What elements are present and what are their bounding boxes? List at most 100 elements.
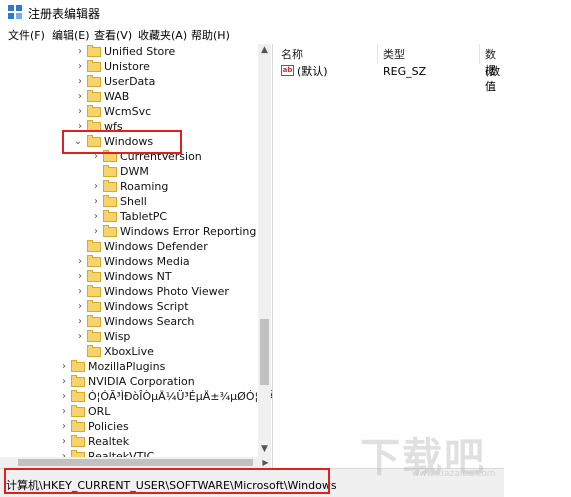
folder-icon (71, 405, 85, 417)
tree-item-xboxlive[interactable]: XboxLive (0, 344, 260, 359)
tree-item-nvidia-corporation[interactable]: › NVIDIA Corporation (0, 374, 260, 389)
tree-item-orl[interactable]: › ORL (0, 404, 260, 419)
value-data: (数值 (485, 65, 501, 93)
folder-icon (87, 270, 101, 282)
tree-item-label: Windows Search (104, 315, 195, 328)
menu-help[interactable]: 帮助(H) (191, 27, 230, 43)
tree-item-label: Roaming (120, 180, 169, 193)
tree-item-windows-defender[interactable]: Windows Defender (0, 239, 260, 254)
chevron-right-icon[interactable]: › (59, 359, 69, 374)
folder-icon (71, 390, 85, 402)
folder-icon (71, 435, 85, 447)
tree-item-unistore[interactable]: › Unistore (0, 59, 260, 74)
regedit-window: 注册表编辑器 文件(F) 编辑(E) 查看(V) 收藏夹(A) 帮助(H) › … (0, 0, 504, 497)
menu-edit[interactable]: 编辑(E) (52, 27, 90, 43)
tree-item-userdata[interactable]: › UserData (0, 74, 260, 89)
chevron-right-icon[interactable]: › (75, 299, 85, 314)
chevron-right-icon[interactable]: › (75, 89, 85, 104)
value-name: (默认) (297, 65, 328, 78)
column-header-name[interactable]: 名称 (281, 46, 303, 61)
folder-icon (87, 330, 101, 342)
scrollbar-thumb[interactable] (18, 459, 253, 466)
tree-item-wisp[interactable]: › Wisp (0, 329, 260, 344)
chevron-right-icon[interactable]: › (59, 374, 69, 389)
string-value-icon: ab (281, 65, 294, 76)
chevron-right-icon[interactable]: › (91, 224, 101, 239)
values-list: 名称 类型 数据 ab (默认) REG_SZ (数值 (273, 44, 504, 468)
tree-item-dwm[interactable]: DWM (0, 164, 260, 179)
tree-item-label: Windows Error Reporting (120, 225, 257, 238)
chevron-right-icon[interactable]: › (75, 104, 85, 119)
folder-icon (87, 255, 101, 267)
tree-item-garbled[interactable]: › Ó¦ÓÃ³ÌÐòÎÒµÄ¼Ü³ÉµÄ±¾µØÓ¦ÓÃ³ (0, 389, 272, 404)
chevron-right-icon[interactable]: › (75, 269, 85, 284)
scroll-down-arrow-icon[interactable]: ▼ (258, 443, 271, 455)
column-divider[interactable] (377, 44, 378, 64)
tree-item-label: TabletPC (120, 210, 168, 223)
chevron-right-icon[interactable]: › (75, 314, 85, 329)
tree-item-label: UserData (104, 75, 156, 88)
tree-item-label: Wisp (104, 330, 131, 343)
folder-icon (103, 195, 117, 207)
tree-item-realtek[interactable]: › Realtek (0, 434, 260, 449)
chevron-right-icon[interactable]: › (75, 74, 85, 89)
chevron-right-icon[interactable]: › (59, 404, 69, 419)
chevron-right-icon[interactable]: › (91, 179, 101, 194)
tree-item-label: Ó¦ÓÃ³ÌÐòÎÒµÄ¼Ü³ÉµÄ±¾µØÓ¦ÓÃ³ (88, 390, 273, 403)
tree-item-windows-search[interactable]: › Windows Search (0, 314, 260, 329)
chevron-right-icon[interactable]: › (75, 254, 85, 269)
tree-item-mozillaplugins[interactable]: › MozillaPlugins (0, 359, 260, 374)
chevron-right-icon[interactable]: › (75, 44, 85, 59)
tree-item-wcmsvc[interactable]: › WcmSvc (0, 104, 260, 119)
tree-item-windows-script[interactable]: › Windows Script (0, 299, 260, 314)
tree-item-label: WAB (104, 90, 130, 103)
tree-item-windows-nt[interactable]: › Windows NT (0, 269, 260, 284)
tree-horizontal-scrollbar[interactable]: ▶ (0, 457, 271, 468)
tree-item-policies[interactable]: › Policies (0, 419, 260, 434)
tree-item-label: Unified Store (104, 45, 176, 58)
scroll-right-arrow-icon[interactable]: ▶ (260, 457, 271, 468)
chevron-right-icon[interactable]: › (75, 329, 85, 344)
folder-icon (103, 180, 117, 192)
tree-item-label: Windows Media (104, 255, 190, 268)
tree-item-unified-store[interactable]: › Unified Store (0, 44, 260, 59)
tree-item-windows-photo-viewer[interactable]: › Windows Photo Viewer (0, 284, 260, 299)
menu-favorites[interactable]: 收藏夹(A) (138, 27, 187, 43)
folder-icon (87, 285, 101, 297)
scrollbar-thumb[interactable] (260, 319, 269, 385)
tree-item-label: Windows Defender (104, 240, 208, 253)
tree-item-windows-media[interactable]: › Windows Media (0, 254, 260, 269)
tree-item-windows-error-reporting[interactable]: › Windows Error Reporting (0, 224, 260, 239)
menu-file[interactable]: 文件(F) (8, 27, 45, 43)
folder-icon (87, 90, 101, 102)
regedit-app-icon (8, 5, 22, 19)
chevron-right-icon[interactable]: › (75, 284, 85, 299)
folder-icon (87, 60, 101, 72)
window-title: 注册表编辑器 (28, 7, 101, 21)
tree-vertical-scrollbar[interactable]: ▲ ▼ (258, 44, 271, 457)
tree-item-label: XboxLive (104, 345, 154, 358)
folder-icon (103, 225, 117, 237)
chevron-right-icon[interactable]: › (75, 59, 85, 74)
highlight-box-path (4, 468, 330, 494)
value-type: REG_SZ (383, 65, 427, 78)
menu-view[interactable]: 查看(V) (94, 27, 132, 43)
tree-item-roaming[interactable]: › Roaming (0, 179, 260, 194)
tree-item-shell[interactable]: › Shell (0, 194, 260, 209)
tree-item-label: Shell (120, 195, 147, 208)
chevron-right-icon[interactable]: › (59, 389, 69, 404)
folder-icon (87, 300, 101, 312)
column-header-data[interactable]: 数据 (485, 46, 504, 77)
value-row-default[interactable]: ab (默认) REG_SZ (数值 (273, 64, 504, 93)
tree-item-tabletpc[interactable]: › TabletPC (0, 209, 260, 224)
chevron-right-icon[interactable]: › (91, 194, 101, 209)
menu-bar: 文件(F) 编辑(E) 查看(V) 收藏夹(A) 帮助(H) (0, 24, 504, 44)
chevron-right-icon[interactable]: › (91, 209, 101, 224)
chevron-right-icon[interactable]: › (59, 419, 69, 434)
column-divider[interactable] (479, 44, 480, 64)
column-header-type[interactable]: 类型 (383, 46, 405, 61)
tree-item-label: NVIDIA Corporation (88, 375, 195, 388)
chevron-right-icon[interactable]: › (59, 434, 69, 449)
scroll-up-arrow-icon[interactable]: ▲ (258, 44, 271, 56)
tree-item-wab[interactable]: › WAB (0, 89, 260, 104)
